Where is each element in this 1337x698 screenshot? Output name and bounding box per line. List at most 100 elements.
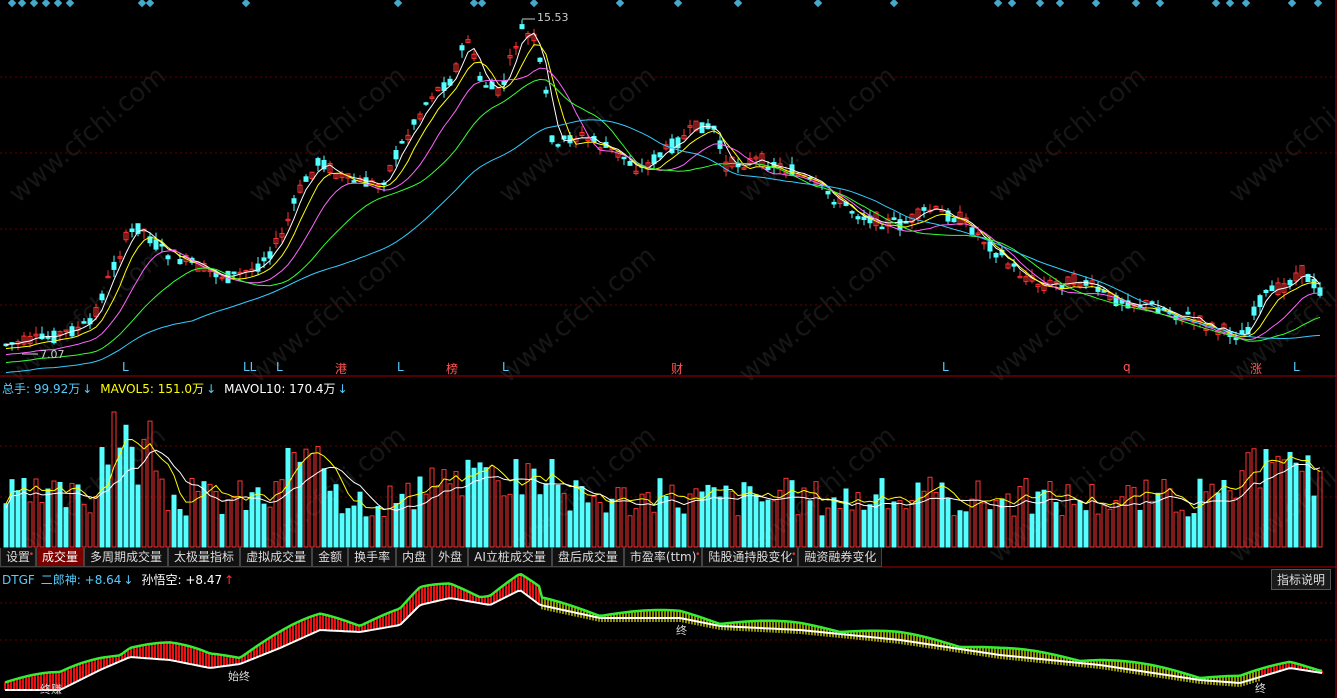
tab-13[interactable]: 融资融券变化 <box>798 548 883 567</box>
candle-body <box>129 228 135 233</box>
top-diamond <box>137 0 147 8</box>
volume-bar <box>759 501 765 548</box>
trend-arrow-icon: ↓ <box>337 382 348 396</box>
candle-body <box>1239 330 1245 336</box>
volume-bar <box>1137 509 1143 548</box>
volume-bar <box>1275 455 1281 548</box>
tab-7[interactable]: 内盘 <box>396 548 433 567</box>
volume-bar <box>429 467 435 548</box>
tab-label: AI立桩成交量 <box>474 550 546 564</box>
tab-3[interactable]: 太极量指标 <box>168 548 241 567</box>
tab-6[interactable]: 换手率 <box>348 548 397 567</box>
candle-body <box>1011 263 1017 267</box>
candle-body <box>969 227 975 236</box>
candle-body <box>411 119 417 125</box>
candle-body <box>111 261 117 270</box>
indicator-help-button[interactable]: 指标说明 <box>1270 569 1331 590</box>
tab-12[interactable]: 陆股通持股变化 • <box>702 548 799 567</box>
volume-bar <box>909 500 915 548</box>
tab-2[interactable]: 多周期成交量 <box>84 548 169 567</box>
top-diamond <box>889 0 899 8</box>
signal-marker: L <box>942 360 949 374</box>
volume-bar <box>111 411 117 548</box>
candle-body <box>1287 280 1293 286</box>
volume-bar <box>405 482 411 548</box>
volume-bar <box>63 507 69 548</box>
volume-bar <box>657 478 663 548</box>
volume-bar <box>1227 490 1233 548</box>
tab-label: 成交量 <box>42 550 79 564</box>
candle-body <box>81 321 87 324</box>
top-diamond <box>145 0 155 8</box>
signal-marker: L <box>276 360 283 374</box>
volume-bar <box>921 490 927 548</box>
volume-bar <box>1059 515 1065 548</box>
candle-body <box>423 102 429 105</box>
volume-bar <box>939 482 945 548</box>
volume-bar <box>1107 508 1113 548</box>
volume-bar <box>189 477 195 548</box>
volume-bar <box>1251 448 1257 548</box>
candle-body <box>231 271 237 275</box>
volume-bar <box>1125 485 1131 548</box>
volume-bar <box>147 420 153 548</box>
volume-bar <box>963 511 969 548</box>
volume-bar <box>153 470 159 548</box>
volume-bar <box>93 496 99 548</box>
volume-bar <box>459 495 465 548</box>
volume-bar <box>753 494 759 548</box>
tab-10[interactable]: 盘后成交量 <box>551 548 624 567</box>
candle-body <box>555 144 561 147</box>
top-diamond <box>29 0 39 8</box>
volume-bar <box>975 480 981 548</box>
candle-body <box>261 257 267 262</box>
tab-9[interactable]: AI立桩成交量 <box>468 548 552 567</box>
volume-bar <box>531 468 537 548</box>
volume-bar <box>9 479 15 548</box>
volume-bar <box>837 507 843 548</box>
indicator-tabs: 设置 • 成交量 多周期成交量 太极量指标 虚拟成交量 金额 换手率 内盘 外盘 AI立桩成交量 盘后… <box>0 548 883 567</box>
volume-bar <box>1299 470 1305 548</box>
tab-5[interactable]: 金额 <box>312 548 349 567</box>
volume-bar <box>1161 478 1167 548</box>
tab-11[interactable]: 市盈率(ttm) • <box>623 548 703 567</box>
candle-body <box>1059 285 1065 289</box>
tab-label: 外盘 <box>438 550 463 564</box>
tab-0[interactable]: 设置 • <box>0 548 37 567</box>
volume-bar <box>57 481 63 548</box>
candle-body <box>627 161 633 166</box>
signal-marker: L <box>502 360 509 374</box>
volume-bar <box>1245 452 1251 548</box>
volume-bar <box>87 512 93 548</box>
tab-1[interactable]: 成交量 <box>36 548 85 567</box>
candle-body <box>1185 311 1191 315</box>
volume-bar <box>327 490 333 548</box>
volume-bar <box>567 510 573 548</box>
tab-4[interactable]: 虚拟成交量 <box>240 548 313 567</box>
volume-bar <box>141 438 147 548</box>
signal-marker: L <box>397 360 404 374</box>
volume-bar <box>501 495 507 548</box>
volume-bar <box>639 493 645 548</box>
top-diamond <box>41 0 51 8</box>
volume-bar <box>447 483 453 548</box>
legend-text: 二郎神: +8.64 <box>40 573 122 587</box>
tab-8[interactable]: 外盘 <box>432 548 469 567</box>
volume-bar <box>357 491 363 548</box>
volume-bar <box>675 507 681 548</box>
candle-body <box>99 293 105 301</box>
top-diamond <box>469 0 479 8</box>
volume-bar <box>813 481 819 548</box>
volume-bar <box>1197 478 1203 548</box>
volume-bar <box>681 513 687 548</box>
volume-bar <box>105 464 111 548</box>
candle-body <box>483 85 489 88</box>
volume-legend: 总手: 99.92万 ↓ MAVOL5: 151.0万 ↓ MAVOL10: 170.4… <box>2 380 356 397</box>
volume-bar <box>1191 513 1197 548</box>
tab-label: 多周期成交量 <box>90 550 163 564</box>
volume-bar <box>579 486 585 548</box>
volume-bar <box>255 487 261 548</box>
volume-bar <box>897 500 903 548</box>
volume-bar <box>597 501 603 548</box>
volume-bar <box>177 509 183 548</box>
